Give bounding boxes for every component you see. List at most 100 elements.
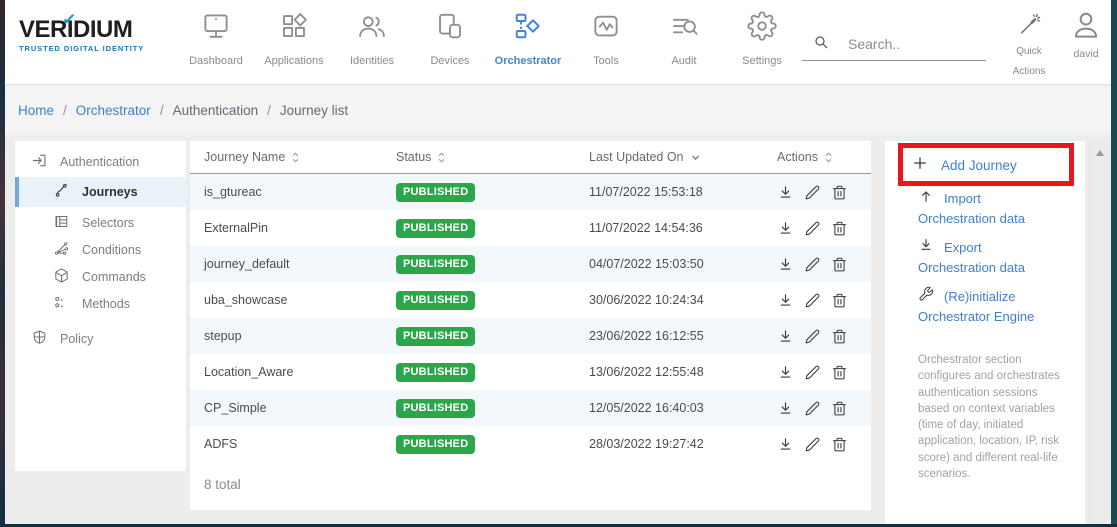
sidebar-item-selectors[interactable]: Selectors — [15, 209, 186, 236]
last-updated: 11/07/2022 15:53:18 — [589, 185, 777, 199]
logo-checkmark-icon: ✓ — [61, 6, 77, 33]
main-nav: Dashboard Applications Identities Device… — [177, 11, 801, 67]
quick-actions-button[interactable]: Quick Actions — [1004, 12, 1054, 82]
table-row[interactable]: ADFS PUBLISHED 28/03/2022 19:27:42 — [190, 426, 871, 462]
nav-item-applications[interactable]: Applications — [255, 11, 333, 67]
download-icon[interactable] — [777, 400, 794, 417]
download-icon[interactable] — [777, 220, 794, 237]
edit-icon[interactable] — [804, 364, 821, 381]
user-menu[interactable]: david — [1062, 9, 1110, 60]
delete-icon[interactable] — [831, 364, 848, 381]
breadcrumb-orchestrator[interactable]: Orchestrator — [76, 103, 151, 118]
sidebar-item-label: Authentication — [60, 155, 139, 169]
nav-item-orchestrator[interactable]: Orchestrator — [489, 11, 567, 67]
sidebar-item-policy[interactable]: Policy — [15, 325, 186, 352]
table-row[interactable]: is_gtureac PUBLISHED 11/07/2022 15:53:18 — [190, 174, 871, 210]
identities-icon — [357, 11, 387, 46]
table-row[interactable]: Location_Aware PUBLISHED 13/06/2022 12:5… — [190, 354, 871, 390]
sort-icon — [824, 151, 833, 164]
sidebar-item-authentication[interactable]: Authentication — [15, 148, 186, 175]
column-header-last-updated[interactable]: Last Updated On — [589, 150, 777, 164]
journey-name: ExternalPin — [204, 221, 396, 235]
delete-icon[interactable] — [831, 220, 848, 237]
table-row[interactable]: stepup PUBLISHED 23/06/2022 16:12:55 — [190, 318, 871, 354]
add-journey-button[interactable]: Add Journey — [911, 154, 1017, 177]
settings-icon — [747, 11, 777, 46]
edit-icon[interactable] — [804, 328, 821, 345]
column-header-journey-name[interactable]: Journey Name — [204, 150, 396, 164]
download-icon[interactable] — [777, 256, 794, 273]
nav-label: Audit — [671, 55, 696, 67]
last-updated: 04/07/2022 15:03:50 — [589, 257, 777, 271]
journey-name: ADFS — [204, 437, 396, 451]
journey-list-table: Journey Name Status Last Updated On Acti… — [190, 141, 871, 510]
journey-name: is_gtureac — [204, 185, 396, 199]
veridium-app-window: VERI✓DIUM TRUSTED DIGITAL IDENTITY Dashb… — [0, 0, 1117, 527]
global-search — [802, 28, 986, 61]
breadcrumb-home[interactable]: Home — [18, 103, 54, 118]
import-orchestration-data-link[interactable]: Import Orchestration data — [908, 188, 1025, 228]
download-icon[interactable] — [777, 436, 794, 453]
audit-icon — [669, 11, 699, 46]
nav-label: Settings — [742, 55, 782, 67]
sidebar-item-methods[interactable]: Methods — [15, 290, 186, 317]
scrollbar[interactable] — [1089, 141, 1110, 527]
orchestrator-description: Orchestrator section configures and orch… — [918, 352, 1061, 482]
download-icon[interactable] — [777, 292, 794, 309]
column-header-status[interactable]: Status — [396, 150, 589, 164]
export-orchestration-data-link[interactable]: Export Orchestration data — [908, 237, 1025, 277]
journey-actions-panel: Add Journey Import Orchestration data Ex… — [885, 141, 1085, 527]
user-icon — [1070, 28, 1102, 45]
edit-icon[interactable] — [804, 292, 821, 309]
breadcrumb-journey-list: Journey list — [280, 103, 348, 118]
last-updated: 11/07/2022 14:54:36 — [589, 221, 777, 235]
table-row[interactable]: journey_default PUBLISHED 04/07/2022 15:… — [190, 246, 871, 282]
edit-icon[interactable] — [804, 436, 821, 453]
delete-icon[interactable] — [831, 256, 848, 273]
download-icon[interactable] — [777, 328, 794, 345]
table-row[interactable]: uba_showcase PUBLISHED 30/06/2022 10:24:… — [190, 282, 871, 318]
download-icon[interactable] — [777, 184, 794, 201]
tools-icon — [591, 11, 621, 46]
last-updated: 30/06/2022 10:24:34 — [589, 293, 777, 307]
sidebar-item-label: Policy — [60, 332, 93, 346]
status-badge: PUBLISHED — [396, 435, 475, 454]
sidebar-item-label: Journeys — [82, 185, 138, 199]
column-header-actions[interactable]: Actions — [777, 150, 857, 164]
edit-icon[interactable] — [804, 256, 821, 273]
sidebar-item-label: Methods — [82, 297, 130, 311]
nav-item-tools[interactable]: Tools — [567, 11, 645, 67]
nav-label: Applications — [264, 55, 323, 67]
orchestrator-sidebar: Authentication Journeys Selectors Condit… — [15, 141, 186, 471]
breadcrumb: Home / Orchestrator / Authentication / J… — [5, 86, 1111, 135]
quick-actions-label-2: Actions — [1004, 62, 1054, 82]
sort-desc-icon — [690, 153, 701, 162]
nav-item-dashboard[interactable]: Dashboard — [177, 11, 255, 67]
nav-item-audit[interactable]: Audit — [645, 11, 723, 67]
nav-label: Dashboard — [189, 55, 243, 67]
edit-icon[interactable] — [804, 400, 821, 417]
table-header-row: Journey Name Status Last Updated On Acti… — [190, 141, 871, 174]
table-row[interactable]: CP_Simple PUBLISHED 12/05/2022 16:40:03 — [190, 390, 871, 426]
table-row[interactable]: ExternalPin PUBLISHED 11/07/2022 14:54:3… — [190, 210, 871, 246]
shield-icon — [31, 329, 60, 349]
sidebar-item-journeys[interactable]: Journeys — [15, 177, 186, 207]
sidebar-item-conditions[interactable]: Conditions — [15, 236, 186, 263]
delete-icon[interactable] — [831, 184, 848, 201]
veridium-logo[interactable]: VERI✓DIUM TRUSTED DIGITAL IDENTITY — [19, 17, 149, 53]
nav-item-settings[interactable]: Settings — [723, 11, 801, 67]
nav-item-devices[interactable]: Devices — [411, 11, 489, 67]
delete-icon[interactable] — [831, 292, 848, 309]
dashboard-icon — [201, 11, 231, 46]
delete-icon[interactable] — [831, 328, 848, 345]
nav-item-identities[interactable]: Identities — [333, 11, 411, 67]
reinitialize-orchestrator-engine-link[interactable]: (Re)initialize Orchestrator Engine — [908, 286, 1034, 326]
search-input[interactable] — [848, 36, 983, 52]
edit-icon[interactable] — [804, 220, 821, 237]
delete-icon[interactable] — [831, 400, 848, 417]
scroll-up-arrow-icon[interactable] — [1096, 150, 1104, 156]
edit-icon[interactable] — [804, 184, 821, 201]
sidebar-item-commands[interactable]: Commands — [15, 263, 186, 290]
download-icon[interactable] — [777, 364, 794, 381]
delete-icon[interactable] — [831, 436, 848, 453]
